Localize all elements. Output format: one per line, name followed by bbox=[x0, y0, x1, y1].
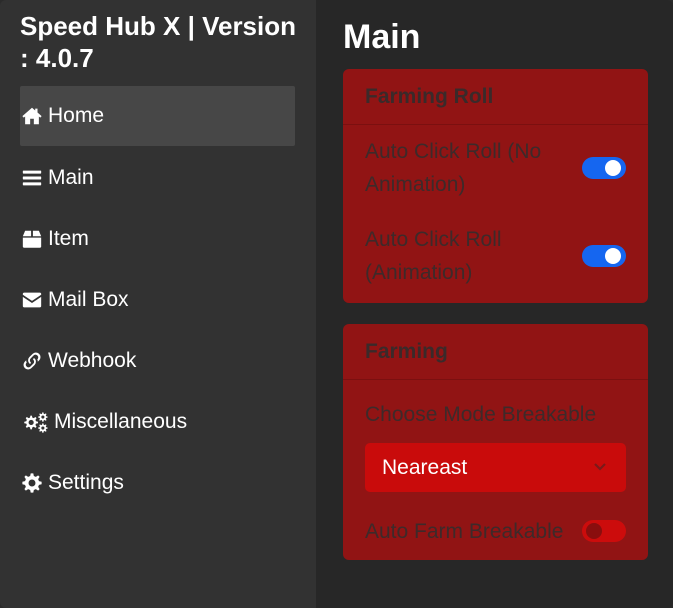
sidebar-item-miscellaneous[interactable]: Miscellaneous bbox=[20, 392, 295, 451]
choose-mode-label: Choose Mode Breakable bbox=[365, 403, 597, 426]
sidebar-item-home[interactable]: Home bbox=[20, 86, 295, 146]
toggle-label: Auto Click Roll (Animation) bbox=[365, 228, 502, 284]
home-icon bbox=[20, 104, 44, 128]
page-title: Main bbox=[343, 18, 421, 56]
toggle-label: Auto Farm Breakable bbox=[365, 519, 564, 543]
cogs-icon bbox=[20, 410, 50, 434]
box-icon bbox=[20, 227, 44, 251]
toggle-label: Auto Click Roll (No Animation) bbox=[365, 140, 542, 196]
sidebar-item-label: Miscellaneous bbox=[54, 409, 188, 433]
toggle-knob bbox=[605, 160, 621, 176]
sidebar-item-item[interactable]: Item bbox=[20, 209, 295, 268]
toggle-knob bbox=[586, 523, 602, 539]
sidebar-item-webhook[interactable]: Webhook bbox=[20, 331, 295, 390]
toggle-row-auto-click-roll-animation: Auto Click Roll (Animation) bbox=[365, 223, 626, 289]
sidebar-item-label: Settings bbox=[48, 470, 124, 494]
app-title: Speed Hub X | Version : 4.0.7 bbox=[20, 11, 297, 73]
gear-icon bbox=[20, 471, 44, 495]
sidebar-item-mail-box[interactable]: Mail Box bbox=[20, 270, 295, 329]
envelope-icon bbox=[20, 288, 44, 312]
sidebar: Speed Hub X | Version : 4.0.7 Home Main … bbox=[0, 0, 316, 608]
sidebar-item-label: Mail Box bbox=[48, 287, 129, 311]
auto-farm-breakable-toggle[interactable] bbox=[582, 520, 626, 542]
sidebar-item-main[interactable]: Main bbox=[20, 148, 295, 207]
sidebar-item-label: Main bbox=[48, 165, 94, 189]
farming-card: Farming Choose Mode Breakable Neareast A… bbox=[343, 324, 648, 560]
card-body: Auto Click Roll (No Animation) Auto Clic… bbox=[343, 125, 648, 303]
app-window: Speed Hub X | Version : 4.0.7 Home Main … bbox=[0, 0, 673, 608]
bars-icon bbox=[20, 166, 44, 190]
sidebar-item-label: Webhook bbox=[48, 348, 137, 372]
sidebar-item-settings[interactable]: Settings bbox=[20, 453, 295, 512]
chevron-down-icon bbox=[592, 456, 608, 480]
sidebar-item-label: Home bbox=[48, 104, 105, 127]
link-icon bbox=[20, 349, 44, 373]
farming-roll-card: Farming Roll Auto Click Roll (No Animati… bbox=[343, 69, 648, 303]
card-header: Farming bbox=[343, 324, 648, 380]
dropdown-value: Neareast bbox=[382, 455, 468, 479]
toggle-knob bbox=[605, 248, 621, 264]
card-body: Choose Mode Breakable Neareast Auto Farm… bbox=[343, 380, 648, 560]
toggle-row-auto-click-roll-no-animation: Auto Click Roll (No Animation) bbox=[365, 135, 626, 201]
auto-click-roll-no-animation-toggle[interactable] bbox=[582, 157, 626, 179]
mode-breakable-dropdown[interactable]: Neareast bbox=[365, 443, 626, 492]
auto-click-roll-animation-toggle[interactable] bbox=[582, 245, 626, 267]
main-panel: Main Farming Roll Auto Click Roll (No An… bbox=[316, 0, 673, 608]
card-header: Farming Roll bbox=[343, 69, 648, 125]
toggle-row-auto-farm-breakable: Auto Farm Breakable bbox=[365, 516, 626, 546]
sidebar-item-label: Item bbox=[48, 226, 89, 250]
